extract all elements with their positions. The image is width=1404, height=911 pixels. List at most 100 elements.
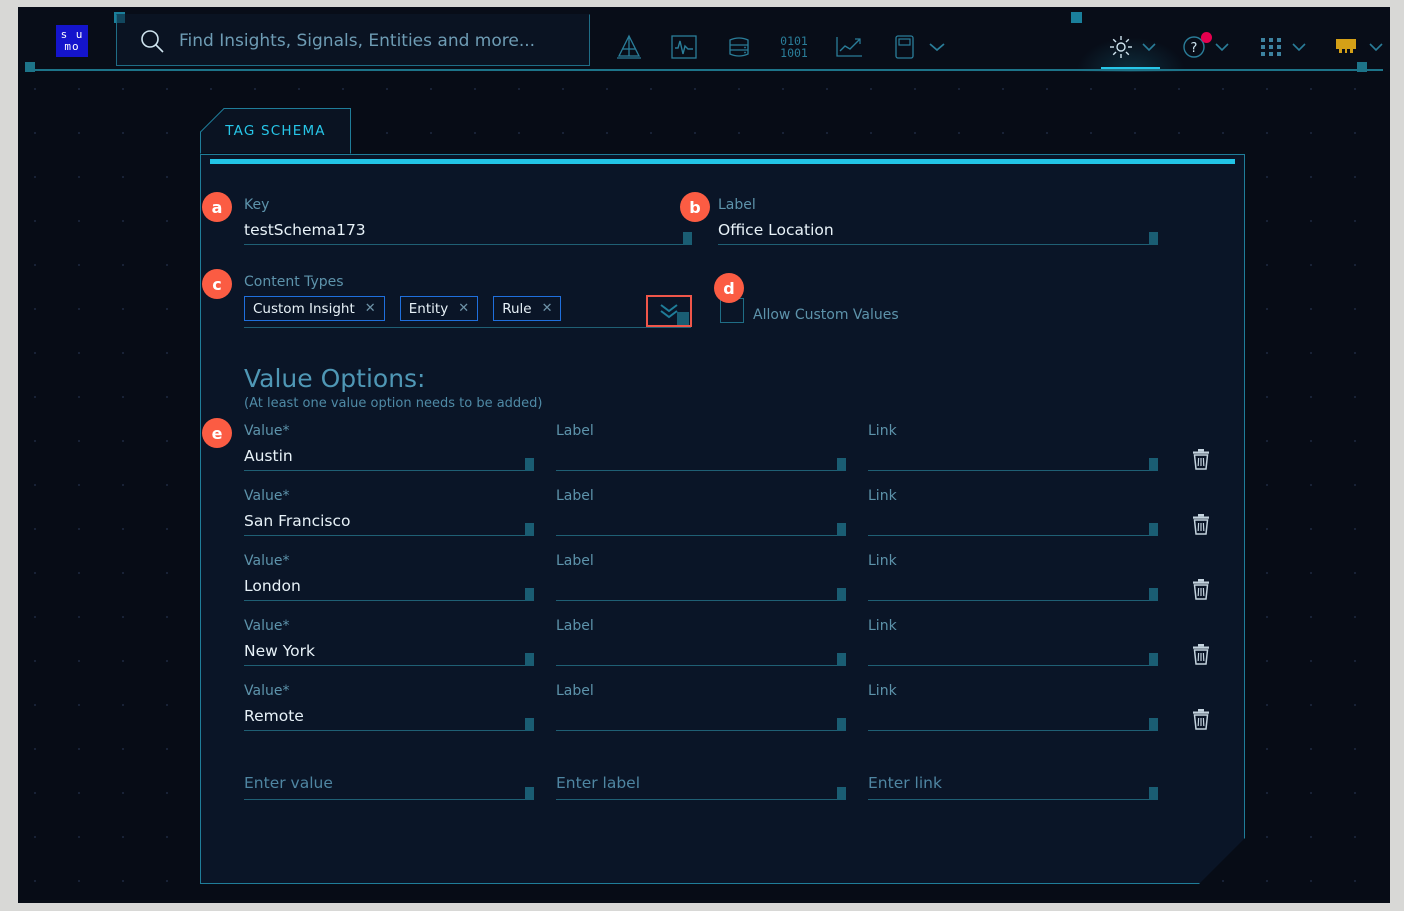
field-underline [868,665,1158,666]
new-value-option-label-field[interactable]: Enter label [556,772,846,800]
value-option-row-1-link-field[interactable]: Link [868,423,1158,471]
field-underline [244,600,534,601]
field-underline [868,535,1158,536]
label-field-value: Office Location [718,219,1158,241]
value-option-row-3-label-field[interactable]: Label [556,553,846,601]
content-types-field[interactable]: Content Types Custom Insight ✕ Entity ✕ … [244,274,571,321]
label-field-underline-cap [1149,232,1158,245]
field-underline-cap [1149,523,1158,536]
value-option-row-3-link-field[interactable]: Link [868,553,1158,601]
field-underline-cap [837,718,846,731]
tab-label: TAG SCHEMA [225,123,326,139]
new-value-option-value-field[interactable]: Enter value [244,772,534,800]
topbar-divider [28,69,1383,71]
value-option-row-5-label-field[interactable]: Label [556,683,846,731]
close-icon[interactable]: ✕ [458,301,469,316]
badge-c: c [202,269,232,299]
trash-icon[interactable] [1190,447,1212,471]
avatar-chevron-down-icon [1367,41,1385,53]
chip-entity[interactable]: Entity ✕ [400,296,478,321]
value-option-value-label: Value* [244,423,534,439]
value-option-row-1-label-field[interactable]: Label [556,423,846,471]
label-field[interactable]: Label Office Location [718,197,1158,245]
trend-chart-icon[interactable] [832,31,866,63]
close-icon[interactable]: ✕ [542,301,553,316]
field-underline [868,600,1158,601]
field-underline-cap [1149,787,1158,800]
value-option-row-4-value-field[interactable]: Value* New York [244,618,534,666]
value-option-row-2-label-value [556,510,846,532]
value-option-row-2-link-value [868,510,1158,532]
value-option-row-1-value-field[interactable]: Value* Austin [244,423,534,471]
value-option-label-label: Label [556,423,846,439]
field-underline-cap [1149,718,1158,731]
value-option-row-3-value-value: London [244,575,534,597]
value-option-row-2-label-field[interactable]: Label [556,488,846,536]
value-option-label-label: Label [556,488,846,504]
field-underline-cap [1149,653,1158,666]
search-input[interactable] [179,15,579,67]
value-option-row-4-value-value: New York [244,640,534,662]
sumo-logo[interactable]: s u mo [56,25,88,57]
pulse-monitor-icon[interactable] [667,31,701,63]
user-avatar-button[interactable] [1331,29,1385,65]
field-underline-cap [525,523,534,536]
field-underline [556,470,846,471]
value-option-row-3-value-field[interactable]: Value* London [244,553,534,601]
trash-icon[interactable] [1190,512,1212,536]
value-options-title: Value Options: [244,364,425,393]
key-field-underline-cap [683,232,692,245]
logo-line-2: mo [64,41,79,53]
search-corner-right [1071,12,1082,23]
app-launcher-button[interactable] [1258,29,1308,65]
binary-bottom: 1001 [780,47,808,59]
badge-e: e [202,418,232,448]
chip-custom-insight[interactable]: Custom Insight ✕ [244,296,385,321]
value-option-row-4-label-field[interactable]: Label [556,618,846,666]
gear-icon [1108,34,1134,60]
binary-code-icon[interactable]: 0101 1001 [777,31,811,63]
value-option-value-label: Value* [244,488,534,504]
label-field-label: Label [718,197,1158,213]
value-option-label-label: Label [556,618,846,634]
content-types-label: Content Types [244,274,571,290]
chip-label: Rule [502,301,531,317]
content-types-underline [244,327,691,328]
signal-antenna-icon[interactable] [612,31,646,63]
trash-icon[interactable] [1190,577,1212,601]
value-option-row-1-value-value: Austin [244,445,534,467]
field-underline-cap [837,458,846,471]
nav-more-chevron-down-icon[interactable] [920,31,954,63]
field-underline-cap [525,718,534,731]
value-option-value-label: Value* [244,553,534,569]
new-value-option-link-field[interactable]: Enter link [868,772,1158,800]
server-stack-icon[interactable] [722,31,756,63]
badge-a: a [202,192,232,222]
value-option-row-5-value-field[interactable]: Value*Remote [244,683,534,731]
value-option-row-3-link-value [868,575,1158,597]
panel-accent-bar [210,159,1235,164]
book-icon[interactable] [887,31,921,63]
value-option-label-label: Label [556,553,846,569]
chip-label: Entity [409,301,448,317]
field-underline [556,535,846,536]
tab-tag-schema[interactable]: TAG SCHEMA [200,108,351,153]
trash-icon[interactable] [1190,642,1212,666]
value-options-subtitle: (At least one value option needs to be a… [244,396,543,411]
key-field[interactable]: Key testSchema173 [244,197,692,245]
value-option-row-5-label-value [556,705,846,727]
help-chevron-down-icon [1213,41,1231,53]
chip-rule[interactable]: Rule ✕ [493,296,561,321]
global-search-box[interactable] [116,14,590,66]
close-icon[interactable]: ✕ [365,301,376,316]
grid-dots-icon [1258,34,1284,60]
value-option-row-4-link-field[interactable]: Link [868,618,1158,666]
field-underline-cap [525,653,534,666]
value-option-row-2-link-field[interactable]: Link [868,488,1158,536]
value-option-value-label: Value* [244,618,534,634]
value-option-row-2-value-field[interactable]: Value*San Francisco [244,488,534,536]
chip-label: Custom Insight [253,301,355,317]
settings-gear-button[interactable] [1108,29,1158,65]
value-option-row-5-link-field[interactable]: Link [868,683,1158,731]
trash-icon[interactable] [1190,707,1212,731]
